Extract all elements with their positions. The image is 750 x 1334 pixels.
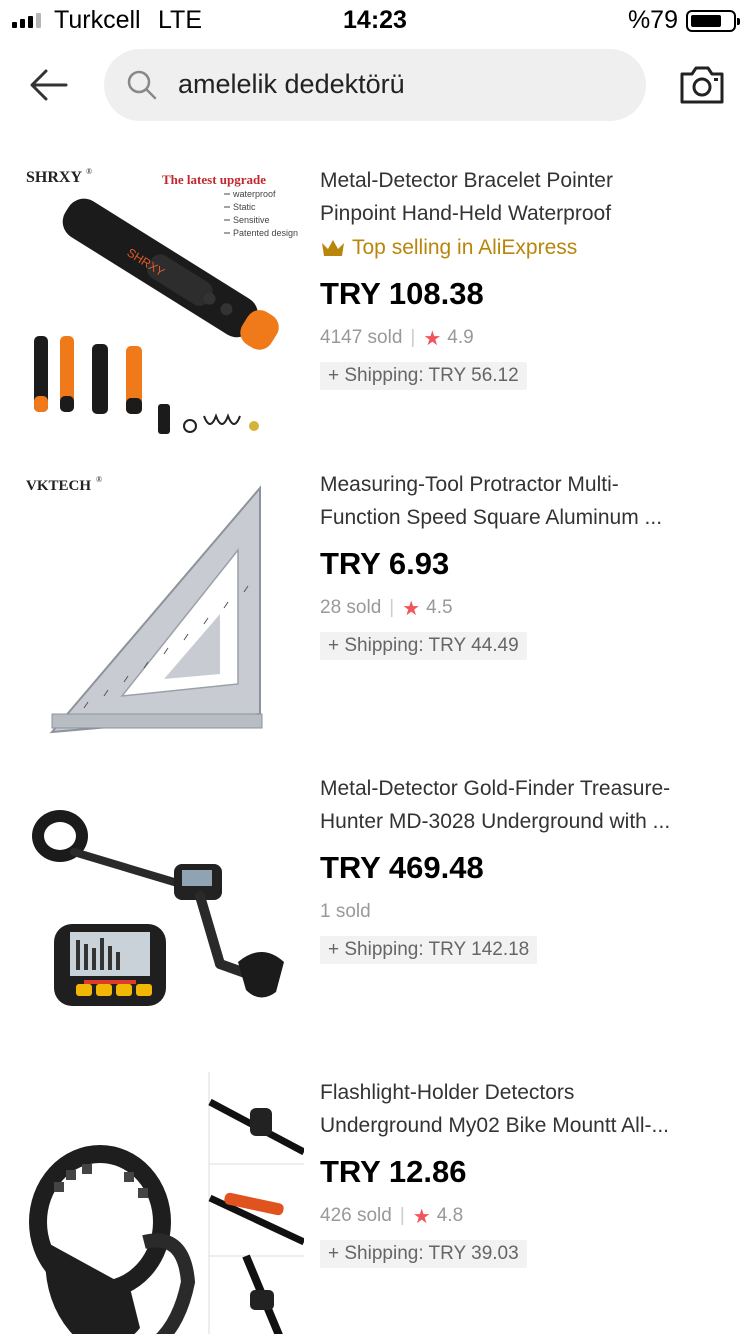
image-brand: VKTECH: [26, 478, 91, 494]
image-brand: SHRXY: [26, 169, 82, 186]
product-title[interactable]: Measuring-Tool Protractor Multi- Functio…: [320, 468, 720, 534]
svg-text:®: ®: [96, 475, 102, 484]
product-image[interactable]: SHRXY ® The latest upgrade waterproof St…: [24, 160, 304, 440]
rating: 4.5: [426, 597, 453, 618]
rating: 4.9: [447, 327, 474, 348]
product-stats: 426 sold | ★ 4.8: [320, 1205, 464, 1228]
product-price: TRY 108.38: [320, 276, 484, 311]
product-title[interactable]: Metal-Detector Bracelet Pointer Pinpoint…: [320, 164, 720, 230]
product-card[interactable]: SHRXY ® The latest upgrade waterproof St…: [0, 140, 750, 444]
svg-text:®: ®: [86, 167, 92, 176]
star-icon: ★: [402, 597, 421, 620]
pinpointer-detector-image: SHRXY ® The latest upgrade waterproof St…: [24, 160, 304, 440]
sold-count: 4147 sold: [320, 327, 403, 348]
svg-text:Sensitive: Sensitive: [233, 215, 270, 225]
product-card[interactable]: Flashlight-Holder Detectors Underground …: [0, 1052, 750, 1334]
crown-icon: [322, 240, 344, 256]
speed-square-image: VKTECH ®: [24, 464, 304, 744]
image-headline: The latest upgrade: [162, 172, 266, 187]
battery-icon: [686, 10, 740, 32]
shipping-tag: + Shipping: TRY 142.18: [320, 936, 538, 964]
sold-count: 28 sold: [320, 597, 382, 618]
search-query: amelelik dedektörü: [178, 69, 405, 99]
svg-text:Static: Static: [233, 202, 256, 212]
product-image[interactable]: VKTECH ®: [24, 464, 304, 744]
top-selling-badge: Top selling in AliExpress: [320, 232, 720, 264]
camera-icon: [680, 66, 724, 104]
product-price: TRY 12.86: [320, 1154, 467, 1189]
product-image[interactable]: [24, 1072, 304, 1334]
product-image[interactable]: [24, 768, 304, 1048]
arrow-left-icon: [30, 69, 68, 101]
product-stats: 1 sold: [320, 898, 720, 926]
svg-text:waterproof: waterproof: [232, 189, 276, 199]
battery-percentage: %79: [627, 6, 678, 34]
metal-detector-image: [24, 768, 304, 1048]
product-card[interactable]: VKTECH ® Measuring-Tool Protractor Multi…: [0, 444, 750, 748]
search-header: amelelik dedektörü: [0, 44, 750, 128]
product-price: TRY 6.93: [320, 546, 450, 581]
star-icon: ★: [423, 327, 442, 350]
product-stats: 28 sold | ★ 4.5: [320, 597, 453, 620]
product-card[interactable]: Metal-Detector Gold-Finder Treasure- Hun…: [0, 748, 750, 1052]
rating: 4.8: [436, 1205, 464, 1226]
product-list: SHRXY ® The latest upgrade waterproof St…: [0, 140, 750, 1334]
shipping-tag: + Shipping: TRY 39.03: [320, 1240, 527, 1268]
shipping-tag: + Shipping: TRY 56.12: [320, 362, 527, 390]
search-icon: [127, 70, 157, 100]
product-price: TRY 469.48: [320, 850, 484, 885]
flashlight-holder-image: [24, 1072, 304, 1334]
sold-count: 426 sold: [320, 1205, 392, 1226]
search-input[interactable]: amelelik dedektörü: [104, 49, 646, 121]
product-stats: 4147 sold | ★ 4.9: [320, 327, 474, 350]
svg-text:Patented design: Patented design: [233, 228, 298, 238]
sold-count: 1 sold: [320, 901, 371, 922]
product-title[interactable]: Flashlight-Holder Detectors Underground …: [320, 1076, 720, 1142]
back-button[interactable]: [24, 60, 74, 110]
product-title[interactable]: Metal-Detector Gold-Finder Treasure- Hun…: [320, 772, 720, 838]
image-search-button[interactable]: [678, 64, 726, 106]
shipping-tag: + Shipping: TRY 44.49: [320, 632, 527, 660]
star-icon: ★: [412, 1205, 431, 1228]
status-bar: Turkcell LTE 14:23 %79: [0, 0, 750, 40]
